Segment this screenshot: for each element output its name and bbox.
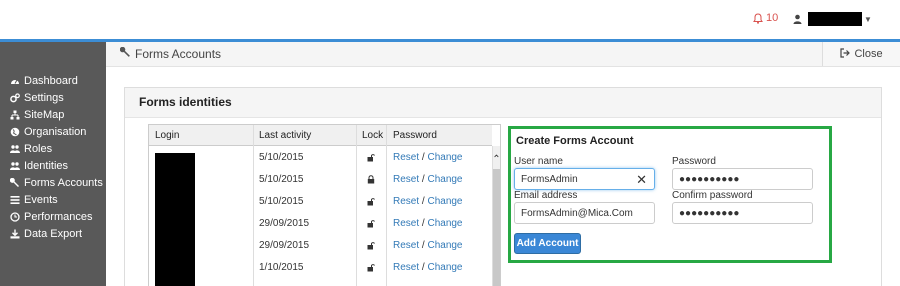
last-activity-cell: 1/10/2015	[259, 262, 304, 273]
unlock-icon	[367, 264, 375, 272]
chevron-down-icon: ▼	[864, 14, 872, 24]
users-icon	[10, 144, 20, 154]
globe-icon	[10, 127, 20, 137]
sidebar-item-identities[interactable]: Identities	[10, 157, 68, 174]
username-field[interactable]: FormsAdmin ✕	[514, 168, 655, 190]
clear-icon[interactable]: ✕	[636, 173, 647, 186]
panel-title: Forms identities	[139, 95, 232, 109]
unlock-icon	[367, 242, 375, 250]
unlock-icon	[367, 198, 375, 206]
password-actions: Reset / Change	[393, 218, 463, 229]
confirm-password-field[interactable]: ●●●●●●●●●●	[672, 202, 813, 224]
change-link[interactable]: Change	[427, 174, 462, 185]
identities-grid: Login Last activity Lock Password 5/10/2…	[148, 124, 501, 286]
page-header: Forms Accounts Close	[106, 42, 900, 67]
sitemap-icon	[10, 110, 20, 120]
column-header-last-activity[interactable]: Last activity	[259, 130, 311, 141]
reset-link[interactable]: Reset	[393, 174, 419, 185]
list-icon	[10, 195, 20, 205]
unlock-icon	[367, 220, 375, 228]
grid-header: Login Last activity Lock Password	[149, 125, 492, 146]
sidebar-item-organisation[interactable]: Organisation	[10, 123, 86, 140]
sidebar-item-dashboard[interactable]: Dashboard	[10, 72, 78, 89]
user-name-redacted	[808, 12, 862, 26]
table-row[interactable]: 1/10/2015 Reset / Change	[149, 257, 492, 279]
cogs-icon	[10, 92, 20, 103]
column-header-password[interactable]: Password	[393, 130, 437, 141]
last-activity-cell: 5/10/2015	[259, 152, 304, 163]
reset-link[interactable]: Reset	[393, 218, 419, 229]
password-value: ●●●●●●●●●●	[679, 173, 740, 185]
sidebar-item-events[interactable]: Events	[10, 191, 58, 208]
notifications[interactable]: 10	[753, 12, 778, 24]
lock-icon	[367, 175, 375, 184]
table-row[interactable]: 5/10/2015 Reset / Change	[149, 191, 492, 213]
password-actions: Reset / Change	[393, 174, 463, 185]
sidebar-item-sitemap[interactable]: SiteMap	[10, 106, 64, 123]
create-forms-account-form: Create Forms Account User name FormsAdmi…	[508, 126, 832, 263]
change-link[interactable]: Change	[427, 152, 462, 163]
change-link[interactable]: Change	[427, 262, 462, 273]
reset-link[interactable]: Reset	[393, 196, 419, 207]
user-icon	[793, 14, 802, 24]
users-icon	[10, 161, 20, 171]
download-icon	[10, 229, 20, 239]
last-activity-cell: 5/10/2015	[259, 174, 304, 185]
sidebar-item-performances[interactable]: Performances	[10, 208, 92, 225]
last-activity-cell: 29/09/2015	[259, 218, 310, 229]
notification-count: 10	[766, 12, 779, 24]
clock-icon	[10, 211, 20, 222]
top-bar: 10 ▼	[0, 0, 900, 39]
reset-link[interactable]: Reset	[393, 152, 419, 163]
email-label: Email address	[514, 190, 578, 201]
sidebar-item-data-export[interactable]: Data Export	[10, 225, 82, 242]
scrollbar-thumb[interactable]	[493, 169, 500, 286]
table-row[interactable]: 5/10/2015 Reset / Change	[149, 147, 492, 169]
username-value: FormsAdmin	[521, 173, 578, 185]
add-account-button[interactable]: Add Account	[514, 233, 581, 254]
confirm-password-label: Confirm password	[672, 190, 753, 201]
last-activity-cell: 29/09/2015	[259, 240, 310, 251]
password-actions: Reset / Change	[393, 196, 463, 207]
wrench-icon	[119, 46, 131, 61]
change-link[interactable]: Change	[427, 240, 462, 251]
sign-out-icon	[840, 47, 851, 61]
panel-header: Forms identities	[125, 88, 881, 118]
close-button[interactable]: Close	[822, 42, 900, 66]
table-row[interactable]: 29/09/2015 Reset / Change	[149, 235, 492, 257]
confirm-password-value: ●●●●●●●●●●	[679, 207, 740, 219]
password-label: Password	[672, 156, 716, 167]
email-value: FormsAdmin@Mica.Com	[521, 207, 633, 219]
column-header-login[interactable]: Login	[155, 130, 179, 141]
sidebar-item-roles[interactable]: Roles	[10, 140, 52, 157]
sidebar-item-settings[interactable]: Settings	[10, 89, 64, 106]
username-label: User name	[514, 156, 563, 167]
wrench-icon	[10, 177, 20, 188]
password-actions: Reset / Change	[393, 152, 463, 163]
reset-link[interactable]: Reset	[393, 240, 419, 251]
scroll-up-icon[interactable]: ⌃	[492, 155, 500, 165]
table-row[interactable]: 29/09/2015 Reset / Change	[149, 213, 492, 235]
reset-link[interactable]: Reset	[393, 262, 419, 273]
page-title: Forms Accounts	[119, 46, 221, 61]
email-field[interactable]: FormsAdmin@Mica.Com	[514, 202, 655, 224]
password-actions: Reset / Change	[393, 240, 463, 251]
sidebar-item-forms-accounts[interactable]: Forms Accounts	[10, 174, 103, 191]
user-menu[interactable]: ▼	[793, 12, 872, 26]
tachometer-icon	[10, 76, 20, 86]
password-field[interactable]: ●●●●●●●●●●	[672, 168, 813, 190]
bell-icon	[753, 12, 763, 24]
unlock-icon	[367, 154, 375, 162]
last-activity-cell: 5/10/2015	[259, 196, 304, 207]
password-actions: Reset / Change	[393, 262, 463, 273]
change-link[interactable]: Change	[427, 196, 462, 207]
sidebar: Dashboard Settings SiteMap Organisation …	[0, 42, 106, 286]
change-link[interactable]: Change	[427, 218, 462, 229]
column-header-lock[interactable]: Lock	[362, 130, 383, 141]
form-title: Create Forms Account	[516, 135, 634, 147]
table-row[interactable]: 5/10/2015 Reset / Change	[149, 169, 492, 191]
